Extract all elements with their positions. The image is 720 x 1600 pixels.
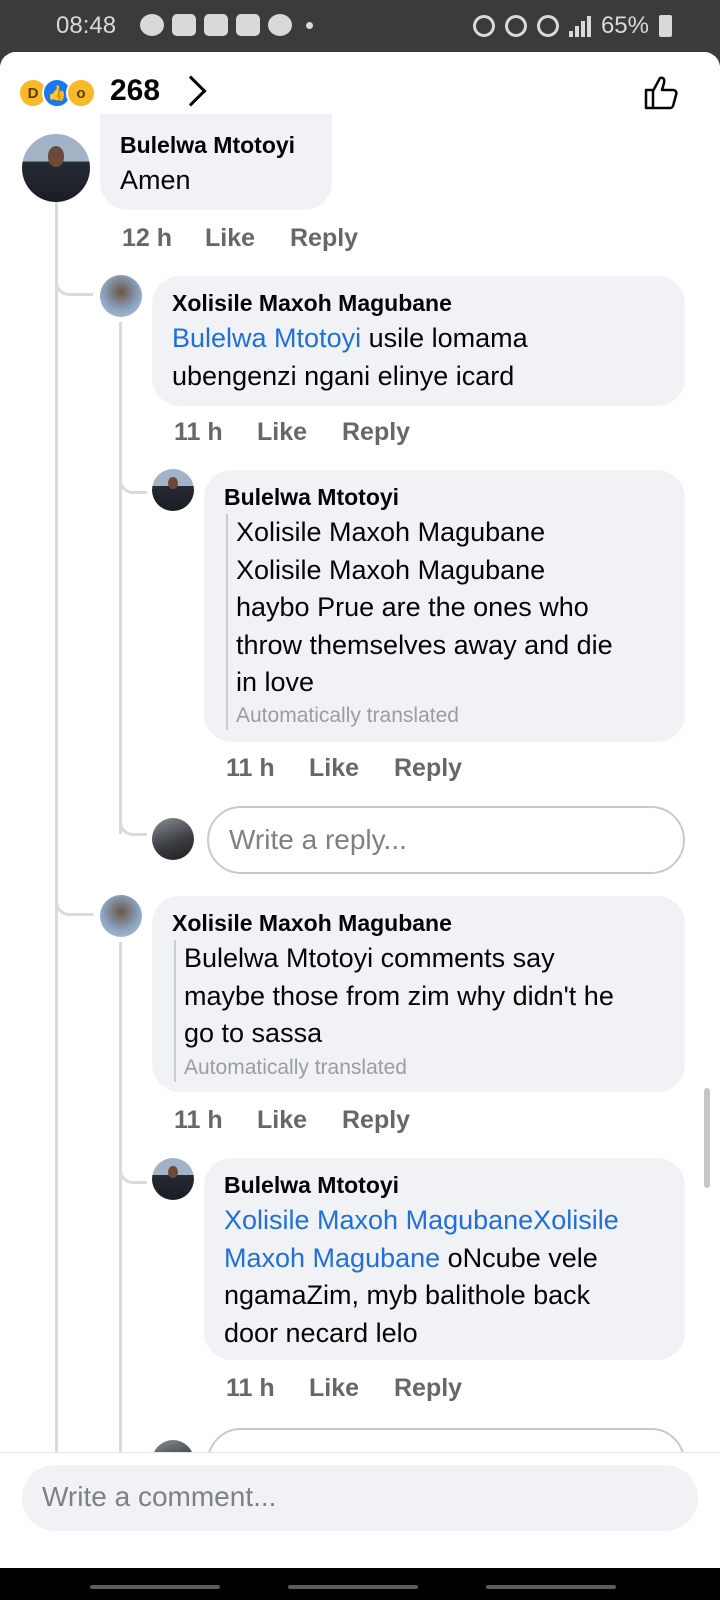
thread-line (55, 184, 58, 1452)
comment-author[interactable]: Bulelwa Mtotoyi (120, 132, 295, 159)
avatar[interactable] (152, 1158, 194, 1200)
comment-input[interactable]: Write a comment... (22, 1465, 698, 1531)
thread-connector (55, 248, 93, 296)
avatar[interactable] (100, 895, 142, 937)
thread-connector (119, 442, 147, 494)
thread-line (119, 322, 122, 834)
comment-bubble[interactable]: Bulelwa Mtotoyi Xolisile Maxoh Magubane … (204, 470, 685, 742)
comment-composer: Write a comment... (0, 1452, 720, 1568)
reply-input[interactable]: Write a reply... (207, 806, 685, 874)
comment-bubble[interactable]: Bulelwa Mtotoyi Amen (100, 114, 332, 210)
comment-time: 12 h (122, 224, 173, 252)
translation-quote-bar (226, 514, 228, 730)
like-thumb-icon[interactable] (642, 74, 680, 112)
comment-text: Bulelwa Mtotoyi usile lomama ubengenzi n… (172, 323, 528, 391)
comments-sheet: D 👍 o 268 Bulelwa Mtotoyi Amen 12 h Like… (0, 52, 720, 1568)
comment-bubble[interactable]: Xolisile Maxoh Magubane Bulelwa Mtotoyi … (152, 276, 685, 406)
reaction-count[interactable]: 268 (110, 74, 160, 108)
comment-text: Amen (120, 165, 191, 195)
wow-icon: o (66, 78, 96, 108)
pinwheel-icon (268, 14, 292, 36)
thread-connector (119, 1132, 147, 1184)
comment-text: Xolisile Maxoh Magubane Xolisile Maxoh M… (236, 517, 613, 697)
facebook-icon (140, 14, 164, 36)
mention-link[interactable]: Bulelwa Mtotoyi (172, 323, 361, 353)
system-icons: 65% (472, 12, 672, 40)
mute-icon (504, 15, 527, 37)
like-button[interactable]: Like (257, 1106, 307, 1135)
comment-time: 11 h (174, 418, 223, 446)
more-notifications-dot (306, 21, 313, 29)
comment-author[interactable]: Xolisile Maxoh Magubane (172, 290, 452, 317)
reply-button[interactable]: Reply (342, 418, 410, 447)
battery-icon (659, 15, 672, 37)
wifi-icon (536, 15, 559, 37)
comment-bubble[interactable]: Bulelwa Mtotoyi Xolisile Maxoh MagubaneX… (204, 1158, 685, 1360)
comment-placeholder: Write a comment... (42, 1481, 277, 1512)
like-button[interactable]: Like (257, 418, 307, 447)
signal-icon (568, 15, 591, 37)
avatar[interactable] (22, 134, 90, 202)
status-bar: 08:48 65% (0, 0, 720, 52)
avatar[interactable] (152, 469, 194, 511)
comment-bubble[interactable]: Xolisile Maxoh Magubane Bulelwa Mtotoyi … (152, 896, 685, 1092)
comment-time: 11 h (226, 1374, 275, 1402)
thread-line (119, 942, 122, 1452)
reply-button[interactable]: Reply (290, 224, 358, 253)
nav-recents-button[interactable] (90, 1585, 220, 1589)
alarm-icon (472, 15, 495, 37)
user-avatar (152, 818, 194, 860)
reply-placeholder: Write a reply... (229, 824, 407, 855)
nav-back-button[interactable] (486, 1585, 616, 1589)
reply-button[interactable]: Reply (394, 1374, 462, 1403)
status-time: 08:48 (56, 12, 117, 39)
like-button[interactable]: Like (309, 754, 359, 783)
reply-button[interactable]: Reply (394, 754, 462, 783)
reaction-icons[interactable]: D 👍 o (18, 78, 96, 108)
comment-time: 11 h (174, 1106, 223, 1134)
thread-connector (119, 788, 147, 836)
chevron-right-icon[interactable] (175, 75, 207, 107)
avatar[interactable] (100, 275, 142, 317)
comment-text: Bulelwa Mtotoyi comments say maybe those… (184, 943, 614, 1048)
like-button[interactable]: Like (205, 224, 255, 253)
translation-quote-bar (174, 940, 176, 1082)
youtube-icon (204, 14, 228, 36)
thread-connector (55, 868, 93, 916)
reply-button[interactable]: Reply (342, 1106, 410, 1135)
battery-percent: 65% (600, 12, 649, 39)
notification-icons (140, 14, 313, 36)
mention-link[interactable]: Xolisile Maxoh MagubaneXolisile (224, 1205, 619, 1235)
translation-note[interactable]: Automatically translated (236, 704, 459, 728)
mention-link[interactable]: Maxoh Magubane (224, 1243, 440, 1273)
comment-author[interactable]: Bulelwa Mtotoyi (224, 484, 399, 511)
comment-author[interactable]: Xolisile Maxoh Magubane (172, 910, 452, 937)
calendar-icon (236, 14, 260, 36)
comment-author[interactable]: Bulelwa Mtotoyi (224, 1172, 399, 1199)
comment-time: 11 h (226, 754, 275, 782)
translation-note[interactable]: Automatically translated (184, 1056, 407, 1080)
scrollbar[interactable] (704, 1088, 710, 1188)
system-nav-bar (0, 1568, 720, 1600)
youtube-icon (172, 14, 196, 36)
like-button[interactable]: Like (309, 1374, 359, 1403)
nav-home-button[interactable] (288, 1585, 418, 1589)
comment-text: Xolisile Maxoh MagubaneXolisile Maxoh Ma… (224, 1205, 619, 1348)
